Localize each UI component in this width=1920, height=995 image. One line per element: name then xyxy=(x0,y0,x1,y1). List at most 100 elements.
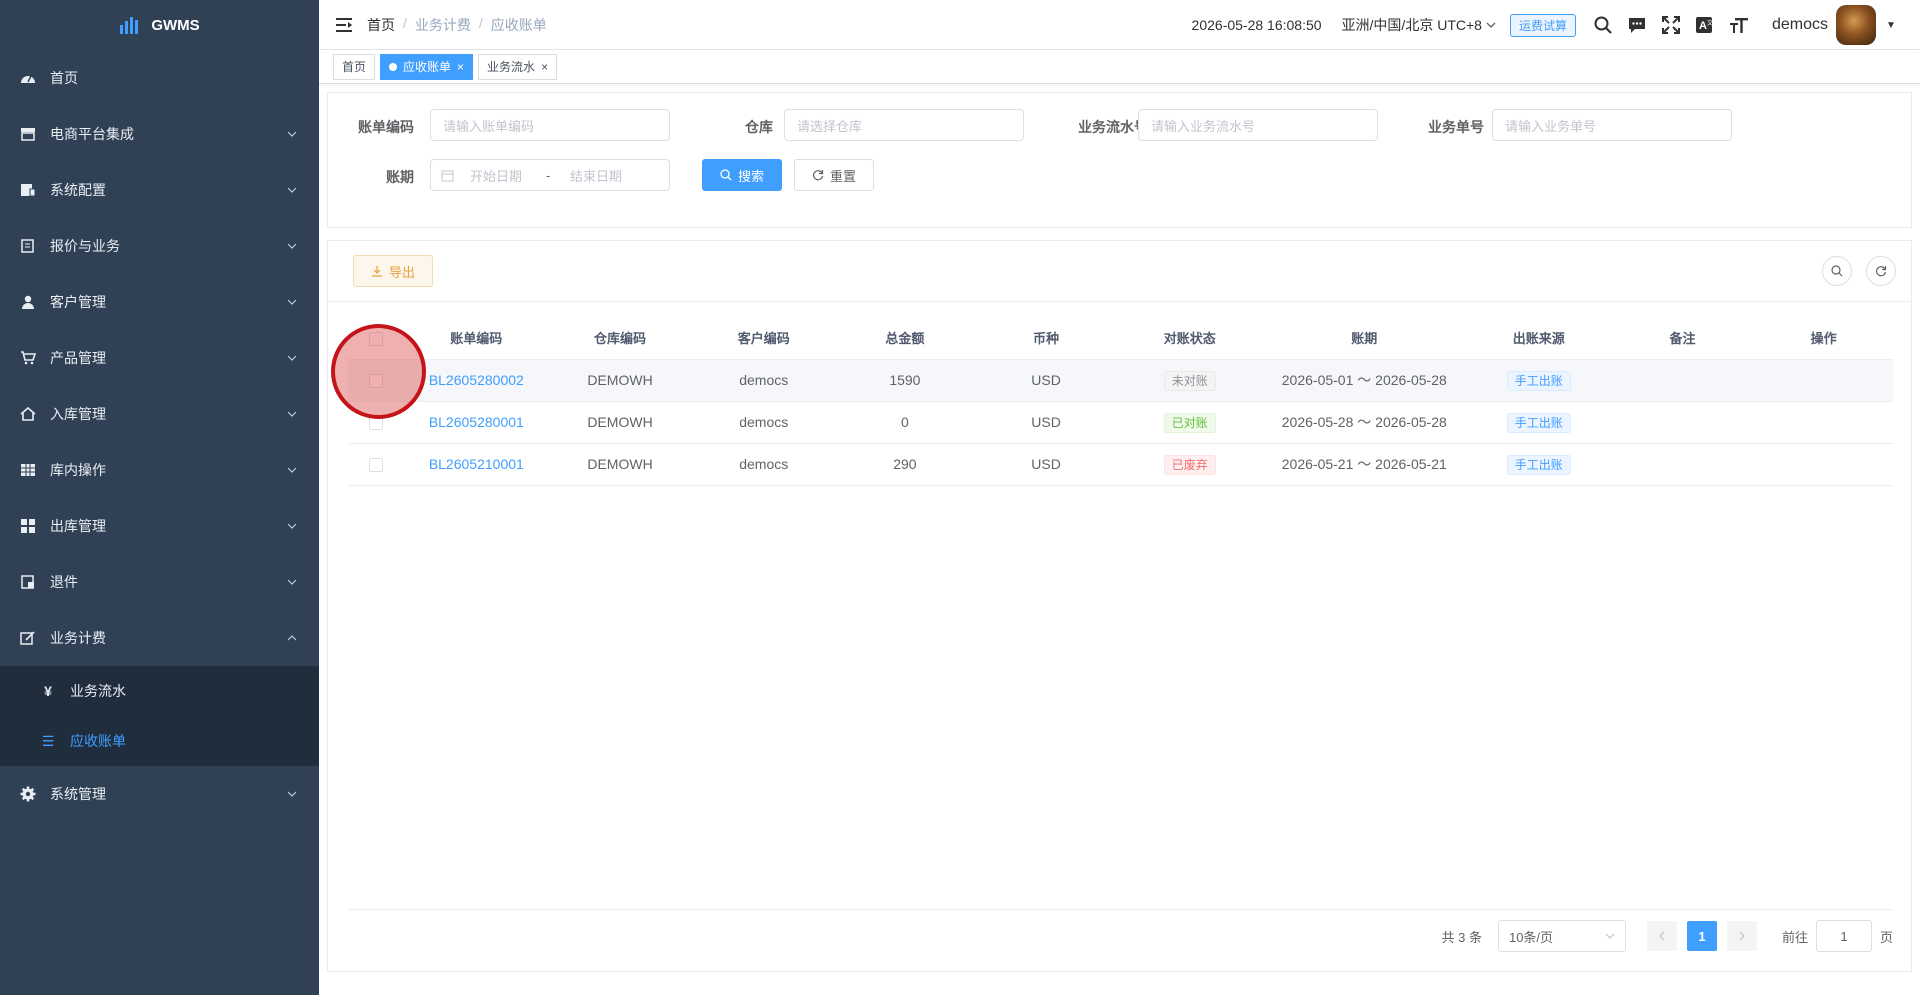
toggle-search-button[interactable] xyxy=(1822,256,1852,286)
translate-icon[interactable]: A文 xyxy=(1694,14,1716,36)
navbar: 首页 / 业务计费 / 应收账单 2026-05-28 16:08:50 亚洲/… xyxy=(319,0,1920,50)
prev-page-button[interactable] xyxy=(1646,921,1677,951)
cell-text: 0 xyxy=(901,414,909,430)
hamburger-icon[interactable] xyxy=(335,16,353,34)
sidebar-item-4[interactable]: 客户管理 xyxy=(0,274,319,330)
end-date-input[interactable]: 结束日期 xyxy=(570,166,650,185)
next-page-button[interactable] xyxy=(1726,921,1757,951)
message-icon[interactable] xyxy=(1626,14,1648,36)
source-badge: 手工出账 xyxy=(1506,454,1571,475)
search-icon[interactable] xyxy=(1592,14,1614,36)
submenu-item-0[interactable]: ¥ 业务流水 xyxy=(0,666,319,716)
sidebar-item-8[interactable]: 出库管理 xyxy=(0,498,319,554)
row-checkbox[interactable] xyxy=(369,458,384,473)
page-size-label: 10条/页 xyxy=(1508,929,1554,945)
row-checkbox[interactable] xyxy=(369,416,384,431)
sidebar-item-3[interactable]: 报价与业务 xyxy=(0,218,319,274)
tag-2[interactable]: 业务流水 × xyxy=(478,53,558,80)
tag-label: 应收账单 xyxy=(403,59,452,74)
logo-text: GWMS xyxy=(151,16,200,34)
select-all-checkbox[interactable] xyxy=(369,331,384,346)
svg-text:文: 文 xyxy=(1707,19,1713,27)
cell-remark xyxy=(1610,401,1755,444)
chevron-down-icon xyxy=(287,299,297,305)
timezone-select[interactable]: 亚洲/中国/北京 UTC+8 xyxy=(1342,15,1496,35)
reset-button-label: 重置 xyxy=(829,168,856,184)
row-checkbox[interactable] xyxy=(369,374,384,389)
sidebar-item-label: 产品管理 xyxy=(50,350,106,366)
bill-code-label: 账单编码 xyxy=(358,119,414,135)
cell-text: DEMOWH xyxy=(587,456,653,472)
export-button[interactable]: 导出 xyxy=(353,255,433,287)
refresh-table-button[interactable] xyxy=(1866,256,1896,286)
cell-period: 2026-05-21 ～ 2026-05-21 xyxy=(1261,443,1467,486)
logo[interactable]: GWMS xyxy=(0,0,319,50)
sidebar-item-7[interactable]: 库内操作 xyxy=(0,442,319,498)
cell-code: BL2605280002 xyxy=(404,359,549,402)
sidebar-item-2[interactable]: 系统配置 xyxy=(0,162,319,218)
fullscreen-icon[interactable] xyxy=(1660,14,1682,36)
return-icon xyxy=(20,574,36,590)
search-button[interactable]: 搜索 xyxy=(702,159,782,191)
cell-text: 2026-05-28 ～ 2026-05-28 xyxy=(1281,414,1447,430)
sidebar-item-label: 报价与业务 xyxy=(50,238,120,254)
cell-warehouse: DEMOWH xyxy=(548,401,692,444)
cell-ops xyxy=(1754,359,1893,402)
start-date-input[interactable]: 开始日期 xyxy=(470,166,546,185)
warehouse-select[interactable]: 请选择仓库 xyxy=(784,109,1024,141)
cell-text: DEMOWH xyxy=(587,372,653,388)
cell-amount: 290 xyxy=(835,443,975,486)
chevron-right-icon xyxy=(1739,931,1745,941)
cell-status: 已废弃 xyxy=(1117,443,1262,486)
table-row[interactable]: BL2605210001 DEMOWH democs 290 USD 已废弃 2026-05… xyxy=(348,443,1893,486)
search-icon xyxy=(720,169,732,181)
chevron-down-icon xyxy=(1486,22,1496,28)
sidebar-item-11[interactable]: 系统管理 xyxy=(0,766,319,822)
tag-0[interactable]: 首页 xyxy=(333,53,376,80)
reset-button[interactable]: 重置 xyxy=(794,159,874,191)
chevron-down-icon xyxy=(287,355,297,361)
close-icon[interactable]: × xyxy=(457,55,464,79)
cell-period: 2026-05-01 ～ 2026-05-28 xyxy=(1261,359,1467,402)
status-badge: 未对账 xyxy=(1163,370,1216,391)
biz-no-input[interactable]: 请输入业务单号 xyxy=(1492,109,1732,141)
sidebar-item-label: 库内操作 xyxy=(50,462,106,478)
cell-remark xyxy=(1610,359,1755,402)
freight-calc-button[interactable]: 运费试算 xyxy=(1509,13,1576,37)
refresh-icon xyxy=(1875,266,1887,277)
flow-no-input[interactable]: 请输入业务流水号 xyxy=(1138,109,1378,141)
table-row[interactable]: BL2605280001 DEMOWH democs 0 USD 已对账 2026-05-2… xyxy=(348,401,1893,444)
chevron-up-icon xyxy=(287,635,297,641)
sidebar-item-0[interactable]: 首页 xyxy=(0,50,319,106)
username[interactable]: democs xyxy=(1772,16,1828,34)
source-badge: 手工出账 xyxy=(1506,412,1571,433)
bill-code-link[interactable]: BL2605280002 xyxy=(429,372,524,388)
bill-code-link[interactable]: BL2605280001 xyxy=(429,414,524,430)
table-row[interactable]: BL2605280002 DEMOWH democs 1590 USD 未对账 2026-0… xyxy=(348,359,1893,402)
page-number-1[interactable]: 1 xyxy=(1686,921,1717,951)
cell-ops xyxy=(1754,401,1893,444)
sidebar-item-1[interactable]: 电商平台集成 xyxy=(0,106,319,162)
page-size-select[interactable]: 10条/页 xyxy=(1497,920,1626,952)
close-icon[interactable]: × xyxy=(541,55,548,79)
period-date-range[interactable]: 开始日期 - 结束日期 xyxy=(430,159,670,191)
caret-down-icon[interactable]: ▼ xyxy=(1886,20,1896,31)
warehouse-label: 仓库 xyxy=(745,119,773,135)
goto-page-input[interactable]: 1 xyxy=(1815,920,1872,952)
edit-icon xyxy=(20,630,36,646)
breadcrumb-home[interactable]: 首页 xyxy=(367,15,395,35)
column-header: 备注 xyxy=(1610,317,1755,360)
sidebar-item-5[interactable]: 产品管理 xyxy=(0,330,319,386)
toolbar-divider xyxy=(328,301,1911,302)
submenu-item-1[interactable]: ☰ 应收账单 xyxy=(0,716,319,766)
sidebar-item-10[interactable]: 业务计费 xyxy=(0,610,319,666)
calendar-icon xyxy=(441,170,454,181)
bill-code-input[interactable]: 请输入账单编码 xyxy=(430,109,670,141)
tag-1[interactable]: 应收账单 × xyxy=(380,53,474,80)
avatar[interactable] xyxy=(1836,5,1876,45)
sidebar-item-label: 业务计费 xyxy=(50,630,106,646)
bill-code-link[interactable]: BL2605210001 xyxy=(429,456,524,472)
font-size-icon[interactable] xyxy=(1728,14,1750,36)
sidebar-item-9[interactable]: 退件 xyxy=(0,554,319,610)
sidebar-item-6[interactable]: 入库管理 xyxy=(0,386,319,442)
